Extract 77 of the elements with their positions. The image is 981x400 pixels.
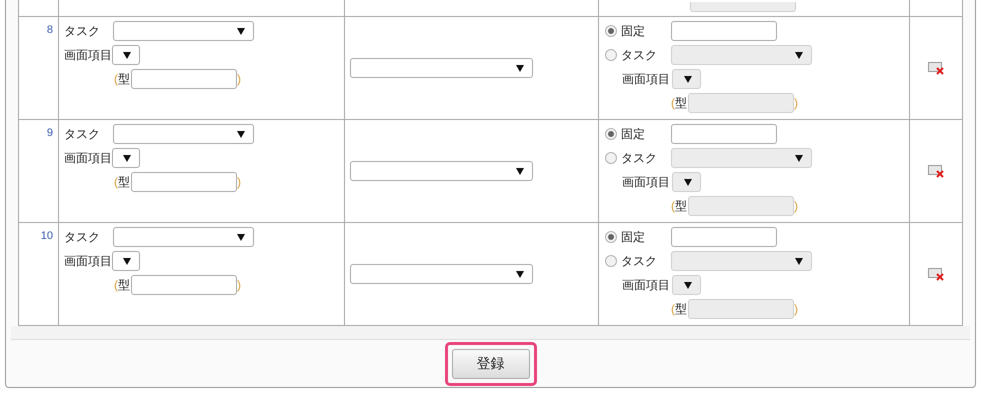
paren: (: [671, 301, 675, 318]
text-field[interactable]: [671, 227, 777, 247]
delete-icon[interactable]: [928, 268, 944, 280]
radio-label: タスク: [621, 47, 658, 64]
caret-icon: [237, 234, 245, 240]
paren: ): [237, 277, 241, 294]
screen-item-label: 画面項目: [622, 71, 671, 88]
radio-button[interactable]: [605, 152, 617, 164]
paren: (: [671, 95, 675, 112]
screen-item-label: 画面項目: [64, 253, 112, 270]
text-field[interactable]: [131, 172, 237, 192]
paren: (: [114, 277, 118, 294]
text-field[interactable]: [688, 196, 794, 216]
dropdown[interactable]: [672, 69, 701, 89]
caret-icon: [684, 76, 692, 82]
radio-button[interactable]: [605, 49, 617, 61]
paren: ): [794, 198, 798, 215]
screen-item-label: 画面項目: [622, 174, 671, 191]
caret-icon: [795, 52, 803, 58]
radio-button[interactable]: [605, 128, 617, 140]
task-label: タスク: [64, 23, 101, 40]
paren: (: [114, 174, 118, 191]
text-field[interactable]: [671, 21, 777, 41]
radio-button[interactable]: [605, 231, 617, 243]
dropdown[interactable]: [672, 275, 701, 295]
caret-icon: [237, 28, 245, 34]
paren: (: [671, 198, 675, 215]
caret-icon: [516, 270, 524, 278]
caret-icon: [795, 154, 803, 162]
type-label: 型: [118, 71, 130, 88]
caret-icon: [795, 258, 803, 264]
caret-icon: [237, 130, 245, 138]
radio-label: 固定: [621, 23, 646, 40]
caret-icon: [684, 178, 692, 186]
paren: ): [794, 95, 798, 112]
text-field[interactable]: [690, 2, 796, 12]
text-field[interactable]: [131, 275, 237, 295]
register-button[interactable]: 登録: [452, 348, 530, 378]
caret-icon: [684, 282, 692, 288]
paren: ): [237, 174, 241, 191]
type-label: 型: [118, 174, 130, 191]
dropdown[interactable]: [112, 148, 140, 168]
text-field[interactable]: [671, 124, 777, 144]
radio-label: 固定: [621, 229, 646, 246]
caret-icon: [123, 258, 131, 264]
delete-icon[interactable]: [928, 164, 944, 178]
type-label: 型: [675, 301, 687, 318]
text-field[interactable]: [688, 299, 794, 319]
caret-icon: [516, 168, 524, 174]
text-field[interactable]: [131, 69, 237, 89]
task-label: タスク: [64, 126, 101, 143]
task-label: タスク: [64, 229, 101, 246]
caret-icon: [516, 64, 524, 72]
dropdown[interactable]: [112, 45, 140, 65]
radio-button[interactable]: [605, 255, 617, 267]
screen-item-label: 画面項目: [622, 277, 671, 294]
row-number: 8: [46, 23, 53, 38]
text-field[interactable]: [688, 93, 794, 113]
paren: ): [237, 71, 241, 88]
radio-label: タスク: [621, 150, 658, 167]
paren: (: [114, 71, 118, 88]
radio-label: 固定: [621, 126, 646, 143]
type-label: 型: [675, 95, 687, 112]
type-label: 型: [118, 277, 130, 294]
type-label: 型: [675, 198, 687, 215]
dropdown[interactable]: [672, 172, 701, 192]
radio-button[interactable]: [605, 25, 617, 37]
screen-item-label: 画面項目: [64, 150, 112, 167]
caret-icon: [123, 154, 131, 162]
radio-label: タスク: [621, 253, 658, 270]
dropdown[interactable]: [112, 251, 140, 271]
row-number: 9: [46, 126, 53, 141]
screen-item-label: 画面項目: [64, 47, 112, 64]
row-number: 10: [40, 229, 53, 244]
paren: ): [794, 301, 798, 318]
caret-icon: [123, 52, 131, 58]
delete-icon[interactable]: [928, 62, 944, 74]
